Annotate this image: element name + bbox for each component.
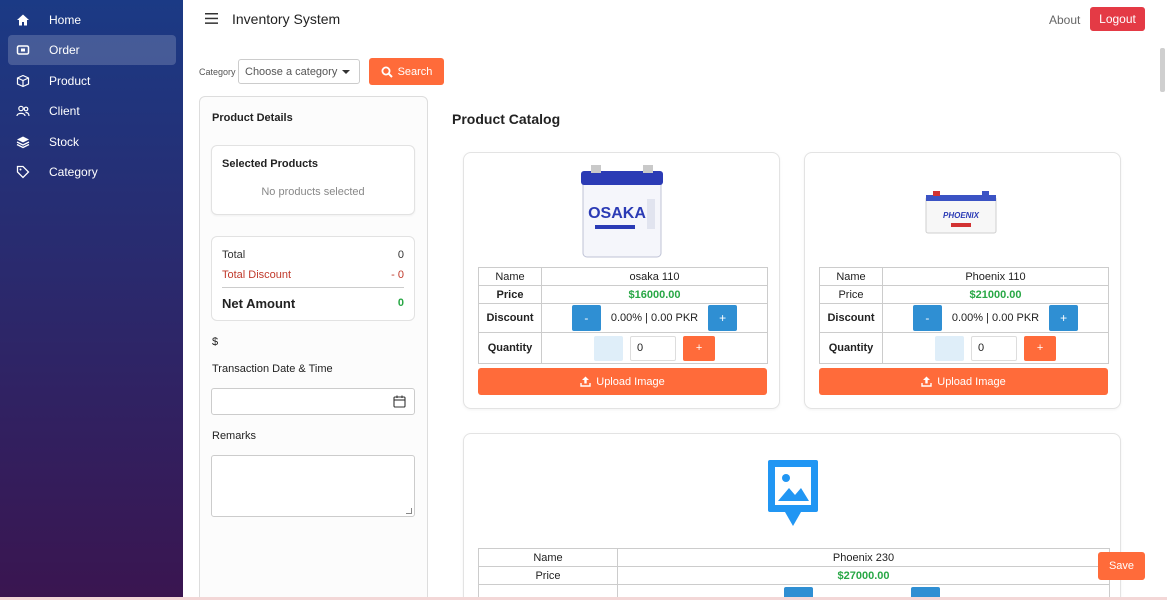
logout-button[interactable]: Logout [1090, 7, 1145, 31]
sidebar-item-label: Product [49, 74, 91, 88]
product-price: $16000.00 [541, 285, 768, 304]
net-amount-label: Net Amount [222, 296, 296, 311]
remarks-label: Remarks [212, 430, 257, 442]
discount-plus-button[interactable]: + [708, 305, 738, 331]
catalog-title: Product Catalog [452, 111, 561, 127]
product-name: Phoenix 110 [882, 267, 1109, 286]
product-card: OSAKA Name osaka 110 Price $16000.00 Dis… [463, 152, 780, 409]
total-label: Total [222, 249, 246, 261]
search-label: Search [397, 65, 433, 78]
product-card: PHOENIX Name Phoenix 110 Price $21000.00… [804, 152, 1121, 409]
discount-value: 0.00% | 0.00 PKR [610, 312, 699, 324]
totals-card: Total 0 Total Discount - 0 Net Amount 0 [211, 236, 415, 321]
battery-image: PHOENIX [925, 191, 997, 234]
layers-icon [16, 136, 30, 149]
sidebar-item-client[interactable]: Client [8, 96, 176, 126]
quantity-plus-button[interactable]: + [683, 335, 716, 361]
quantity-label: Quantity [478, 332, 542, 364]
name-label: Name [478, 548, 618, 567]
menu-icon[interactable] [205, 13, 218, 24]
quantity-label: Quantity [819, 332, 883, 364]
price-label: Price [478, 566, 618, 585]
sidebar: Home Order Product Client Stock Category [0, 0, 183, 600]
upload-image-button[interactable]: Upload Image [478, 368, 767, 395]
transaction-date-input[interactable] [211, 388, 415, 415]
product-details-title: Product Details [212, 112, 293, 124]
total-value: 0 [397, 249, 404, 261]
sidebar-item-label: Stock [49, 135, 80, 149]
sidebar-item-label: Home [49, 13, 82, 27]
price-label: Price [819, 285, 883, 304]
upload-icon [580, 376, 591, 387]
sidebar-item-stock[interactable]: Stock [8, 127, 176, 157]
box-icon [16, 74, 30, 88]
phoenix-brand: PHOENIX [943, 211, 980, 220]
quantity-minus-button[interactable] [593, 335, 623, 361]
resize-handle[interactable] [406, 508, 412, 514]
name-label: Name [819, 267, 883, 286]
battery-image: OSAKA [581, 165, 663, 258]
discount-plus-button[interactable]: + [1049, 305, 1079, 331]
category-placeholder: Choose a category [245, 66, 338, 78]
discount-value: - 0 [391, 269, 404, 281]
product-card: Name Phoenix 230 Price $27000.00 [463, 433, 1121, 600]
transaction-date-label: Transaction Date & Time [212, 363, 333, 375]
currency-symbol: $ [212, 336, 219, 348]
search-icon [381, 66, 393, 78]
category-label: Category [199, 67, 236, 77]
product-name: Phoenix 230 [617, 548, 1110, 567]
product-name: osaka 110 [541, 267, 768, 286]
product-table: Name Phoenix 110 Price $21000.00 Discoun… [819, 267, 1109, 364]
sidebar-item-label: Order [49, 43, 80, 57]
product-price: $27000.00 [617, 566, 1110, 585]
sidebar-item-home[interactable]: Home [8, 5, 176, 35]
product-details-panel: Product Details Selected Products No pro… [199, 96, 428, 600]
upload-icon [921, 376, 932, 387]
quantity-input[interactable]: 0 [630, 335, 676, 361]
quantity-plus-button[interactable]: + [1024, 335, 1057, 361]
calendar-icon[interactable] [393, 395, 406, 408]
selected-products-title: Selected Products [222, 158, 318, 170]
upload-image-button[interactable]: Upload Image [819, 368, 1108, 395]
empty-message: No products selected [261, 186, 365, 198]
net-amount-value: 0 [397, 297, 404, 309]
search-button[interactable]: Search [369, 58, 444, 85]
upload-label: Upload Image [937, 375, 1006, 388]
quantity-minus-button[interactable] [934, 335, 964, 361]
sidebar-item-category[interactable]: Category [8, 157, 176, 187]
topbar: Inventory System About Logout [183, 0, 1167, 40]
app-title: Inventory System [232, 11, 341, 27]
sidebar-item-label: Client [49, 104, 80, 118]
osaka-brand: OSAKA [588, 205, 646, 222]
product-table: Name Phoenix 230 Price $27000.00 [478, 548, 1110, 600]
about-link[interactable]: About [1049, 13, 1080, 27]
category-select[interactable]: Choose a category [238, 59, 360, 84]
sidebar-item-label: Category [49, 165, 98, 179]
discount-minus-button[interactable]: - [912, 305, 942, 331]
selected-products-card: Selected Products No products selected [211, 145, 415, 215]
discount-label: Discount [819, 303, 883, 333]
scrollbar-thumb[interactable] [1160, 48, 1165, 92]
remarks-textarea[interactable] [211, 455, 415, 517]
discount-label: Discount [478, 303, 542, 333]
caret-down-icon [342, 70, 350, 74]
product-price: $21000.00 [882, 285, 1109, 304]
order-icon [16, 45, 30, 55]
tag-icon [16, 165, 30, 179]
discount-label: Total Discount [222, 269, 292, 281]
sidebar-item-product[interactable]: Product [8, 66, 176, 96]
product-table: Name osaka 110 Price $16000.00 Discount … [478, 267, 768, 364]
quantity-input[interactable]: 0 [971, 335, 1017, 361]
discount-value: 0.00% | 0.00 PKR [951, 312, 1040, 324]
divider [222, 287, 404, 288]
discount-minus-button[interactable]: - [571, 305, 601, 331]
users-icon [16, 105, 30, 117]
home-icon [17, 14, 29, 26]
image-placeholder-icon [768, 460, 818, 526]
name-label: Name [478, 267, 542, 286]
sidebar-item-order[interactable]: Order [8, 35, 176, 65]
save-button[interactable]: Save [1098, 552, 1145, 580]
price-label: Price [478, 285, 542, 304]
upload-label: Upload Image [596, 375, 665, 388]
